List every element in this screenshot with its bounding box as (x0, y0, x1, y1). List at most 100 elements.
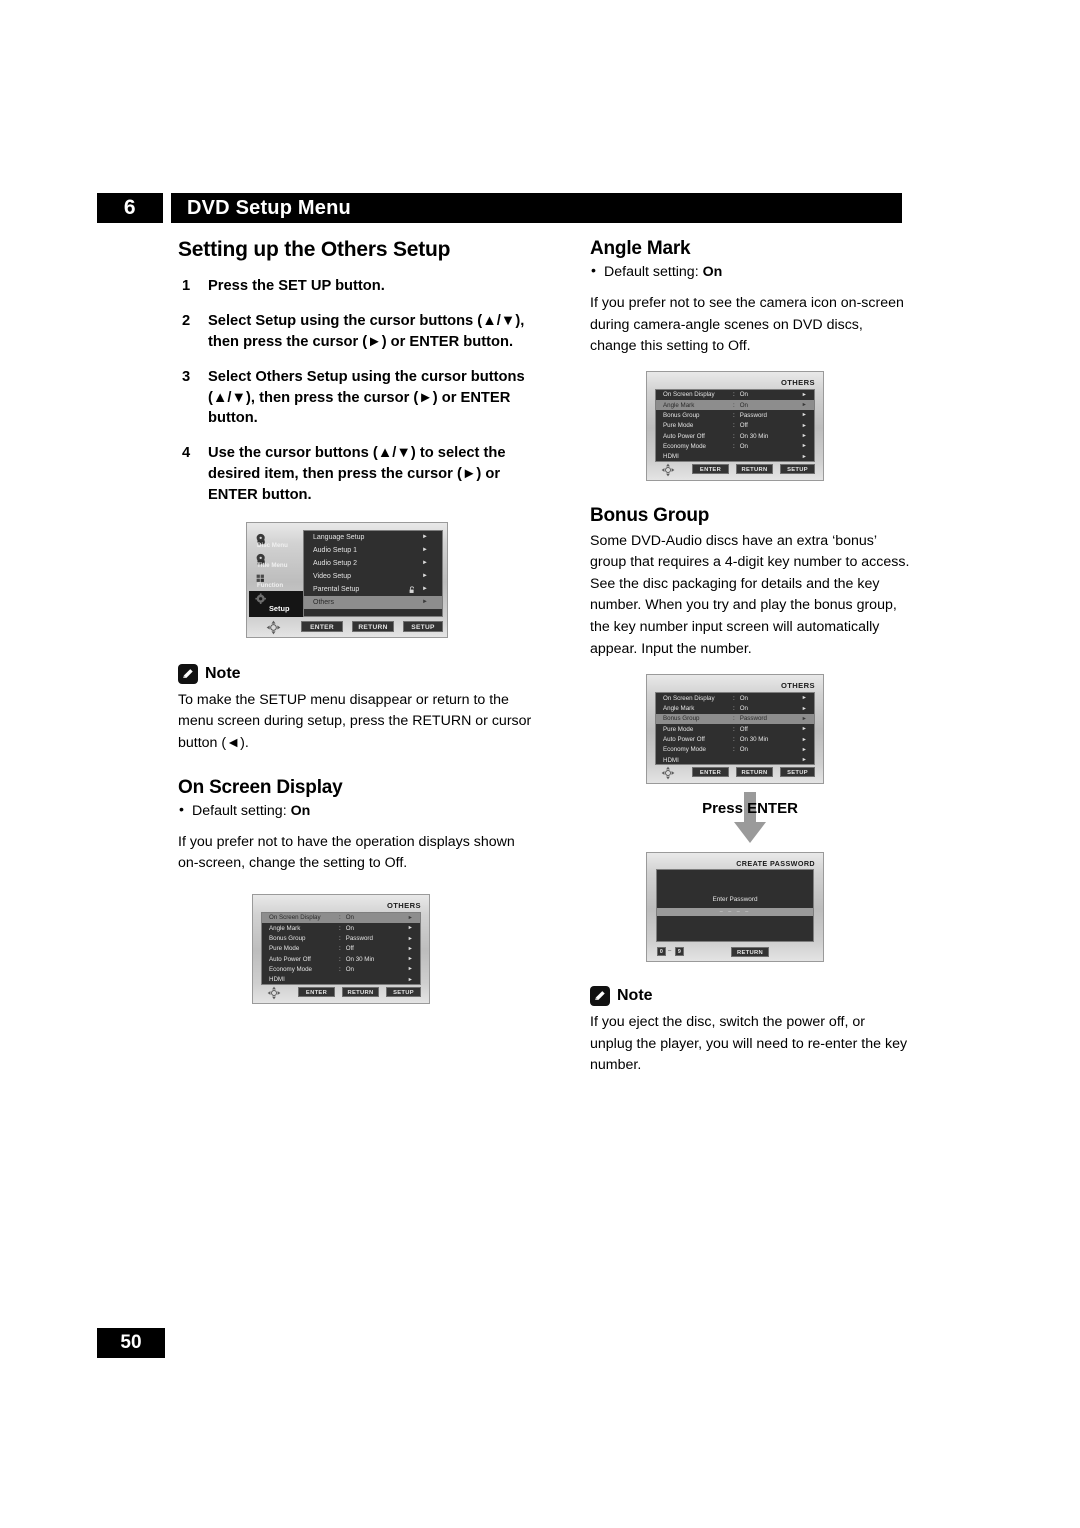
step-3: 3 Select Others Setup using the cursor b… (178, 367, 533, 430)
others-row-bonus-group[interactable]: Bonus Group : Password ► (262, 933, 420, 943)
step-2: 2 Select Setup using the cursor buttons … (178, 311, 533, 353)
setup-button[interactable]: SETUP (403, 620, 443, 632)
others-row-label: Auto Power Off (663, 736, 705, 744)
setup-row-label: Audio Setup 1 (313, 546, 357, 554)
others-row-auto-power-off[interactable]: Auto Power Off : On 30 Min ► (262, 954, 420, 964)
password-entry-field[interactable]: – – – – (657, 908, 813, 917)
sidebar-label-title-menu[interactable]: Title Menu (257, 562, 287, 569)
others-row-economy-mode[interactable]: Economy Mode : On ► (262, 964, 420, 974)
others-row-angle-mark[interactable]: Angle Mark : On ► (656, 704, 814, 714)
others-row-bonus-group[interactable]: Bonus Group : Password ► (656, 713, 814, 725)
others-row-label: Bonus Group (269, 935, 306, 942)
press-enter-label: Press ENTER (702, 800, 798, 818)
others-row-on-screen-display[interactable]: On Screen Display : On ► (262, 912, 420, 924)
bonus-group-section: Bonus Group Some DVD-Audio discs have an… (590, 505, 910, 660)
return-button[interactable]: RETURN (736, 463, 773, 474)
setup-menu-row[interactable]: Language Setup ► (304, 531, 442, 544)
angle-mark-default-value: On (702, 264, 723, 280)
setup-menu-row-selected[interactable]: Others ► (304, 595, 442, 609)
enter-button[interactable]: ENTER (692, 767, 729, 778)
setup-menu-screenshot: Disc Menu Title Menu Function Setup Lang… (246, 521, 448, 638)
others-menu-screenshot-bonus: OTHERS On Screen Display : On ► Angle Ma… (646, 674, 824, 785)
enter-button[interactable]: ENTER (298, 986, 335, 997)
chevron-right-icon: ► (407, 956, 413, 963)
others-row-pure-mode[interactable]: Pure Mode : Off ► (262, 944, 420, 954)
password-panel: Enter Password – – – – (656, 869, 814, 943)
others-row-on-screen-display[interactable]: On Screen Display : On ► (656, 390, 814, 400)
others-row-value: On 30 Min (739, 432, 769, 440)
chevron-right-icon: ► (801, 433, 807, 440)
others-row-economy-mode[interactable]: Economy Mode : On ► (656, 745, 814, 755)
others-row-value: Password (345, 935, 373, 942)
setup-menu-row[interactable]: Audio Setup 2 ► (304, 557, 442, 570)
return-button[interactable]: RETURN (352, 620, 394, 632)
setup-menu-row[interactable]: Parental Setup ► (304, 583, 442, 596)
chevron-right-icon: ► (801, 695, 807, 702)
setup-button[interactable]: SETUP (386, 986, 421, 997)
others-row-value: On (739, 746, 748, 754)
step-4-number: 4 (182, 445, 191, 462)
others-row-pure-mode[interactable]: Pure Mode : Off ► (656, 421, 814, 431)
others-screen-footer: ENTER RETURN SETUP (647, 463, 823, 478)
others-row-value: On (739, 705, 748, 713)
row-colon: : (733, 411, 735, 419)
page-title: Setting up the Others Setup (178, 238, 451, 261)
others-row-angle-mark[interactable]: Angle Mark : On ► (262, 923, 420, 933)
chapter-number: 6 (97, 193, 163, 223)
step-3-text: Select Others Setup using the cursor but… (208, 368, 525, 427)
step-1-number: 1 (182, 278, 191, 294)
others-row-hdmi[interactable]: HDMI ► (656, 452, 814, 462)
chevron-right-icon: ► (407, 925, 413, 932)
on-screen-display-title: On Screen Display (178, 776, 343, 798)
chevron-right-icon: ► (801, 422, 807, 429)
others-row-pure-mode[interactable]: Pure Mode : Off ► (656, 724, 814, 734)
bonus-group-title: Bonus Group (590, 504, 710, 526)
others-row-value: On (345, 924, 354, 932)
sidebar-label-setup[interactable]: Setup (269, 604, 290, 613)
others-row-hdmi[interactable]: HDMI ► (656, 755, 814, 765)
setup-button[interactable]: SETUP (780, 463, 815, 474)
row-colon: : (733, 432, 735, 440)
step-2-text: Select Setup using the cursor buttons (▲… (208, 312, 525, 350)
setup-menu-row[interactable]: Video Setup ► (304, 570, 442, 583)
others-row-label: Angle Mark (663, 401, 695, 409)
others-row-angle-mark[interactable]: Angle Mark : On ► (656, 400, 814, 411)
others-screen-footer: ENTER RETURN SETUP (253, 986, 429, 1001)
sidebar-label-disc-menu[interactable]: Disc Menu (257, 542, 288, 549)
chevron-right-icon: ► (801, 746, 807, 753)
enter-button[interactable]: ENTER (301, 620, 343, 632)
others-row-label: Bonus Group (663, 411, 700, 419)
row-colon: : (733, 401, 735, 409)
others-row-label: Pure Mode (269, 945, 300, 953)
setup-gear-icon (255, 593, 268, 611)
press-enter-transition: Press ENTER (590, 792, 910, 848)
others-row-on-screen-display[interactable]: On Screen Display : On ► (656, 693, 814, 703)
angle-mark-section: Angle Mark • Default setting: On If you … (590, 238, 910, 358)
others-row-economy-mode[interactable]: Economy Mode : On ► (656, 441, 814, 451)
row-colon: : (733, 715, 735, 723)
note-block-left: Note To make the SETUP menu disappear or… (178, 663, 533, 755)
sidebar-label-function[interactable]: Function (257, 582, 283, 589)
chapter-header: 6 DVD Setup Menu (97, 193, 902, 223)
others-row-value: On 30 Min (739, 736, 769, 744)
return-button[interactable]: RETURN (342, 986, 379, 997)
row-colon: : (339, 914, 341, 922)
row-colon: : (733, 391, 735, 399)
others-row-hdmi[interactable]: HDMI ► (262, 975, 420, 985)
others-screen-title: OTHERS (780, 681, 815, 691)
chevron-right-icon: ► (801, 453, 807, 460)
others-row-auto-power-off[interactable]: Auto Power Off : On 30 Min ► (656, 734, 814, 744)
pencil-icon (590, 986, 610, 1007)
numeric-hint-dash: – (668, 948, 672, 955)
others-row-auto-power-off[interactable]: Auto Power Off : On 30 Min ► (656, 431, 814, 441)
others-row-bonus-group[interactable]: Bonus Group : Password ► (656, 410, 814, 420)
row-colon: : (339, 924, 341, 932)
return-button[interactable]: RETURN (731, 947, 769, 958)
others-row-label: Bonus Group (663, 715, 700, 723)
return-button[interactable]: RETURN (736, 767, 773, 778)
setup-button[interactable]: SETUP (780, 767, 815, 778)
setup-menu-row[interactable]: Audio Setup 1 ► (304, 544, 442, 557)
enter-button[interactable]: ENTER (692, 463, 729, 474)
others-row-label: HDMI (269, 976, 285, 984)
others-row-label: Angle Mark (269, 924, 301, 932)
